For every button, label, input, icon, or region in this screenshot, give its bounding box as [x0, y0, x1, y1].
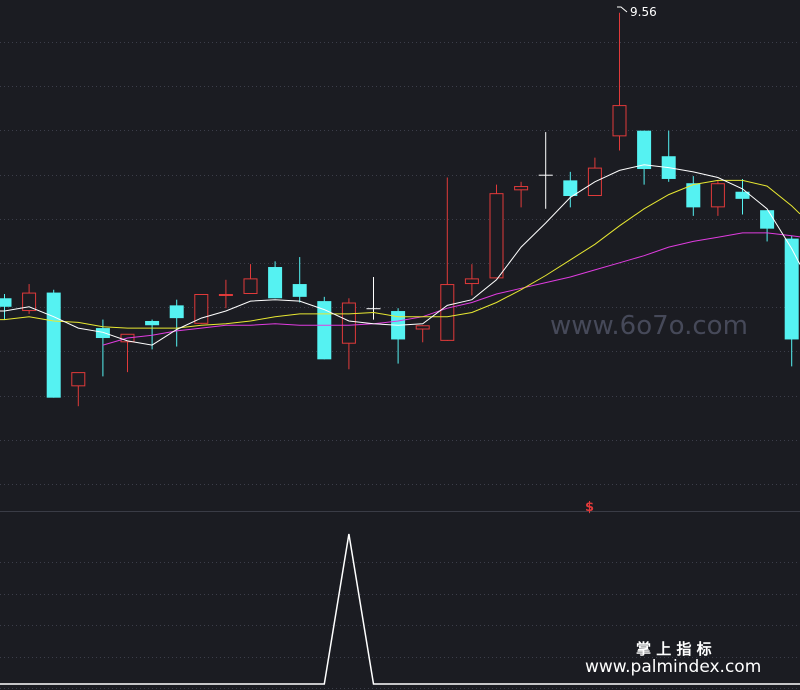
- candle-body: [95, 328, 110, 339]
- candle-body: [0, 298, 12, 307]
- candle-body: [760, 210, 775, 229]
- candle-body: [710, 183, 725, 208]
- candle-body: [341, 302, 356, 344]
- candle-body: [464, 278, 479, 285]
- candle-body: [514, 186, 529, 191]
- price-grid: [0, 42, 800, 485]
- candle-body: [71, 372, 86, 387]
- candle-body: [784, 238, 799, 340]
- watermark-site: www.6o7o.com: [550, 311, 748, 341]
- candle-body: [563, 180, 578, 196]
- candle-body: [440, 284, 455, 341]
- annotations: 9.56 $: [585, 5, 657, 515]
- kline-chart: 9.56 $ www.6o7o.com 掌 上 指 标 www.palminde…: [0, 5, 800, 689]
- candle-body: [612, 105, 627, 137]
- candle-body: [366, 308, 381, 310]
- candle-body: [538, 174, 553, 176]
- candle-body: [46, 292, 61, 398]
- candle-body: [489, 193, 504, 279]
- max-price-pointer: [617, 6, 628, 13]
- candle-body: [415, 325, 430, 330]
- candlesticks: [0, 12, 799, 407]
- max-price-label: 9.56: [630, 5, 657, 19]
- candle-body: [292, 284, 307, 297]
- candle-body: [637, 130, 652, 170]
- candle-body: [268, 267, 283, 299]
- signal-marker: $: [585, 500, 594, 515]
- brand-url: www.palmindex.com: [585, 657, 761, 677]
- brand-cn: 掌 上 指 标: [636, 640, 712, 658]
- candle-body: [145, 320, 160, 326]
- candle-body: [218, 294, 233, 296]
- candle-body: [243, 278, 258, 294]
- candle-body: [169, 305, 184, 319]
- candle-body: [194, 294, 209, 324]
- watermark: www.6o7o.com 掌 上 指 标 www.palmindex.com: [550, 311, 761, 677]
- ma-mid-line: [0, 179, 800, 329]
